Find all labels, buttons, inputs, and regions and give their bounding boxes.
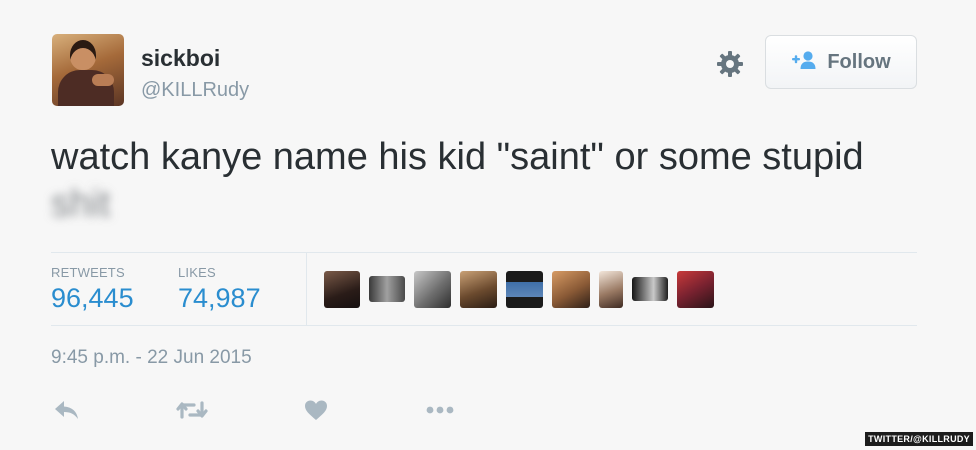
user-avatar[interactable] [52, 34, 124, 106]
follow-button[interactable]: Follow [765, 35, 917, 89]
likes-count[interactable]: 74,987 [178, 283, 261, 314]
tweet-text-censored-word: shit [51, 183, 111, 225]
user-display-name[interactable]: sickboi [141, 45, 220, 72]
reply-icon[interactable] [51, 398, 83, 422]
likes-label: LIKES [178, 265, 216, 280]
liker-avatar[interactable] [677, 270, 714, 308]
retweets-label: RETWEETS [51, 265, 125, 280]
user-handle[interactable]: @KILLRudy [141, 79, 249, 102]
liker-avatar[interactable] [369, 276, 405, 302]
liker-avatar[interactable] [552, 270, 590, 308]
liker-avatar[interactable] [599, 270, 623, 308]
avatar-figure-arm [92, 74, 114, 86]
liked-by-avatars [324, 270, 714, 308]
liker-avatar[interactable] [632, 277, 668, 301]
liker-avatar[interactable] [414, 270, 451, 308]
liker-avatar[interactable] [460, 270, 497, 308]
follow-button-label: Follow [827, 50, 891, 73]
image-credit-watermark: TWITTER/@KILLRUDY [865, 432, 973, 446]
more-icon[interactable] [424, 398, 456, 422]
retweet-icon[interactable] [176, 398, 208, 422]
stats-divider [306, 253, 307, 325]
avatar-figure-head [70, 40, 96, 70]
tweet-timestamp[interactable]: 9:45 p.m. - 22 Jun 2015 [51, 347, 252, 369]
liker-avatar[interactable] [324, 270, 360, 308]
tweet-card: sickboi @KILLRudy Follow watch kanye nam… [0, 0, 976, 450]
retweets-count[interactable]: 96,445 [51, 283, 134, 314]
divider-top [51, 252, 917, 253]
gear-icon[interactable] [714, 48, 746, 80]
liker-avatar[interactable] [506, 270, 543, 308]
add-person-icon [791, 50, 817, 75]
divider-bottom [51, 325, 917, 326]
tweet-text: watch kanye name his kid "saint" or some… [51, 134, 931, 228]
heart-icon[interactable] [300, 398, 332, 422]
tweet-text-body: watch kanye name his kid "saint" or some… [51, 136, 864, 178]
